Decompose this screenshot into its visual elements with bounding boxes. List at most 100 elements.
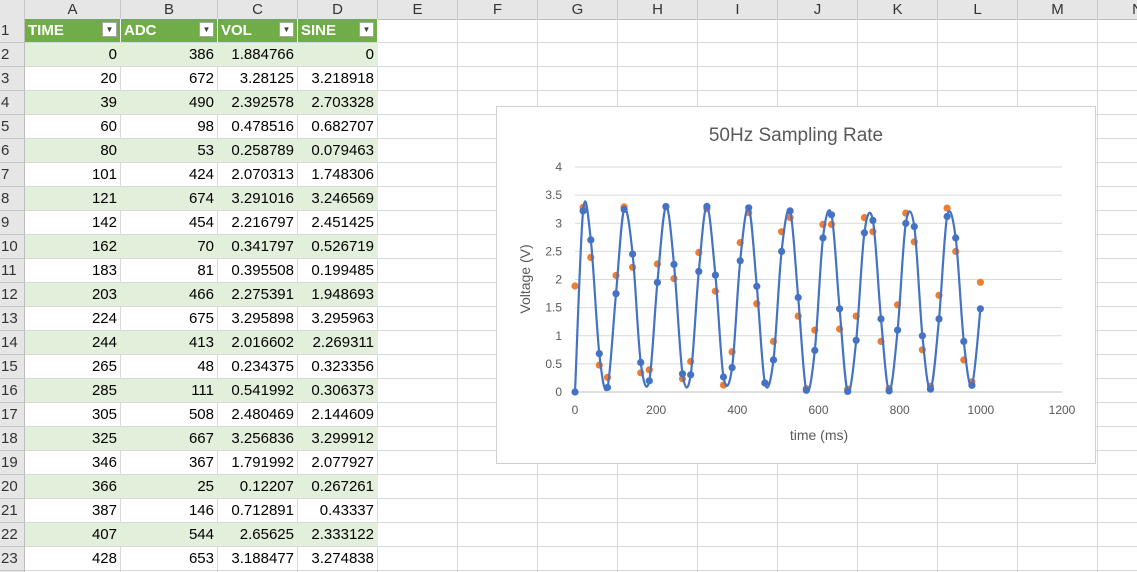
select-all-corner[interactable] <box>0 0 25 19</box>
filter-dropdown-icon[interactable]: ▼ <box>102 22 117 37</box>
table-cell-adc[interactable]: 48 <box>121 355 218 378</box>
row-header-19[interactable]: 19 <box>0 451 24 475</box>
table-cell-time[interactable]: 142 <box>25 211 121 234</box>
table-cell-vol[interactable]: 0.234375 <box>218 355 298 378</box>
table-cell-time[interactable]: 39 <box>25 91 121 114</box>
table-cell-time[interactable]: 325 <box>25 427 121 450</box>
table-cell-adc[interactable]: 674 <box>121 187 218 210</box>
row-header-13[interactable]: 13 <box>0 307 24 331</box>
table-cell-time[interactable]: 244 <box>25 331 121 354</box>
table-cell-sine[interactable]: 0.306373 <box>298 379 378 402</box>
column-header-l[interactable]: L <box>938 0 1018 19</box>
table-cell-vol[interactable]: 2.070313 <box>218 163 298 186</box>
column-header-f[interactable]: F <box>458 0 538 19</box>
row-header-23[interactable]: 23 <box>0 547 24 571</box>
table-cell-time[interactable]: 20 <box>25 67 121 90</box>
row-header-6[interactable]: 6 <box>0 139 24 163</box>
table-cell-adc[interactable]: 667 <box>121 427 218 450</box>
column-header-j[interactable]: J <box>778 0 858 19</box>
table-cell-adc[interactable]: 490 <box>121 91 218 114</box>
row-header-9[interactable]: 9 <box>0 211 24 235</box>
table-cell-time[interactable]: 0 <box>25 43 121 66</box>
table-cell-sine[interactable]: 2.269311 <box>298 331 378 354</box>
row-header-16[interactable]: 16 <box>0 379 24 403</box>
row-header-11[interactable]: 11 <box>0 259 24 283</box>
table-cell-vol[interactable]: 0.395508 <box>218 259 298 282</box>
table-cell-adc[interactable]: 508 <box>121 403 218 426</box>
table-cell-sine[interactable]: 2.144609 <box>298 403 378 426</box>
column-header-e[interactable]: E <box>378 0 458 19</box>
column-header-g[interactable]: G <box>538 0 618 19</box>
table-cell-vol[interactable]: 3.28125 <box>218 67 298 90</box>
table-cell-sine[interactable]: 0.43337 <box>298 499 378 522</box>
table-cell-adc[interactable]: 413 <box>121 331 218 354</box>
table-cell-time[interactable]: 346 <box>25 451 121 474</box>
row-header-3[interactable]: 3 <box>0 67 24 91</box>
table-cell-sine[interactable]: 0.323356 <box>298 355 378 378</box>
table-cell-sine[interactable]: 3.299912 <box>298 427 378 450</box>
row-header-2[interactable]: 2 <box>0 43 24 67</box>
table-cell-time[interactable]: 407 <box>25 523 121 546</box>
table-cell-sine[interactable]: 0.079463 <box>298 139 378 162</box>
row-header-18[interactable]: 18 <box>0 427 24 451</box>
table-cell-vol[interactable]: 3.188477 <box>218 547 298 570</box>
table-cell-adc[interactable]: 653 <box>121 547 218 570</box>
row-header-15[interactable]: 15 <box>0 355 24 379</box>
table-header-sine[interactable]: SINE ▼ <box>298 19 378 42</box>
table-cell-vol[interactable]: 2.016602 <box>218 331 298 354</box>
table-cell-time[interactable]: 366 <box>25 475 121 498</box>
table-cell-sine[interactable]: 2.703328 <box>298 91 378 114</box>
filter-dropdown-icon[interactable]: ▼ <box>279 22 294 37</box>
table-cell-time[interactable]: 203 <box>25 283 121 306</box>
table-cell-time[interactable]: 121 <box>25 187 121 210</box>
table-cell-vol[interactable]: 2.480469 <box>218 403 298 426</box>
column-header-b[interactable]: B <box>121 0 218 19</box>
row-header-4[interactable]: 4 <box>0 91 24 115</box>
table-cell-adc[interactable]: 81 <box>121 259 218 282</box>
table-cell-time[interactable]: 60 <box>25 115 121 138</box>
column-header-k[interactable]: K <box>858 0 938 19</box>
chart-container[interactable]: 50Hz Sampling Rate time (ms) Voltage (V)… <box>496 106 1096 464</box>
table-cell-sine[interactable]: 3.295963 <box>298 307 378 330</box>
row-header-22[interactable]: 22 <box>0 523 24 547</box>
table-cell-time[interactable]: 80 <box>25 139 121 162</box>
row-header-10[interactable]: 10 <box>0 235 24 259</box>
table-cell-vol[interactable]: 2.216797 <box>218 211 298 234</box>
table-cell-sine[interactable]: 0.682707 <box>298 115 378 138</box>
table-cell-time[interactable]: 428 <box>25 547 121 570</box>
column-header-n[interactable]: N <box>1098 0 1137 19</box>
table-cell-sine[interactable]: 2.077927 <box>298 451 378 474</box>
table-header-vol[interactable]: VOL ▼ <box>218 19 298 42</box>
table-cell-vol[interactable]: 1.884766 <box>218 43 298 66</box>
table-cell-sine[interactable]: 1.748306 <box>298 163 378 186</box>
table-cell-adc[interactable]: 98 <box>121 115 218 138</box>
table-cell-vol[interactable]: 0.712891 <box>218 499 298 522</box>
table-cell-time[interactable]: 285 <box>25 379 121 402</box>
column-header-h[interactable]: H <box>618 0 698 19</box>
row-header-14[interactable]: 14 <box>0 331 24 355</box>
table-cell-vol[interactable]: 0.258789 <box>218 139 298 162</box>
table-header-adc[interactable]: ADC ▼ <box>121 19 218 42</box>
column-header-d[interactable]: D <box>298 0 378 19</box>
table-cell-time[interactable]: 183 <box>25 259 121 282</box>
table-cell-vol[interactable]: 3.291016 <box>218 187 298 210</box>
table-cell-sine[interactable]: 3.246569 <box>298 187 378 210</box>
table-cell-sine[interactable]: 0 <box>298 43 378 66</box>
row-header-1[interactable]: 1 <box>0 19 24 43</box>
table-cell-sine[interactable]: 0.267261 <box>298 475 378 498</box>
row-header-17[interactable]: 17 <box>0 403 24 427</box>
table-cell-time[interactable]: 162 <box>25 235 121 258</box>
table-header-time[interactable]: TIME ▼ <box>25 19 121 42</box>
table-cell-time[interactable]: 265 <box>25 355 121 378</box>
table-cell-adc[interactable]: 146 <box>121 499 218 522</box>
table-cell-time[interactable]: 387 <box>25 499 121 522</box>
table-cell-sine[interactable]: 1.948693 <box>298 283 378 306</box>
column-header-m[interactable]: M <box>1018 0 1098 19</box>
table-cell-adc[interactable]: 672 <box>121 67 218 90</box>
table-cell-vol[interactable]: 3.295898 <box>218 307 298 330</box>
table-cell-sine[interactable]: 2.333122 <box>298 523 378 546</box>
table-cell-adc[interactable]: 454 <box>121 211 218 234</box>
table-cell-adc[interactable]: 386 <box>121 43 218 66</box>
table-cell-sine[interactable]: 0.526719 <box>298 235 378 258</box>
table-cell-adc[interactable]: 53 <box>121 139 218 162</box>
